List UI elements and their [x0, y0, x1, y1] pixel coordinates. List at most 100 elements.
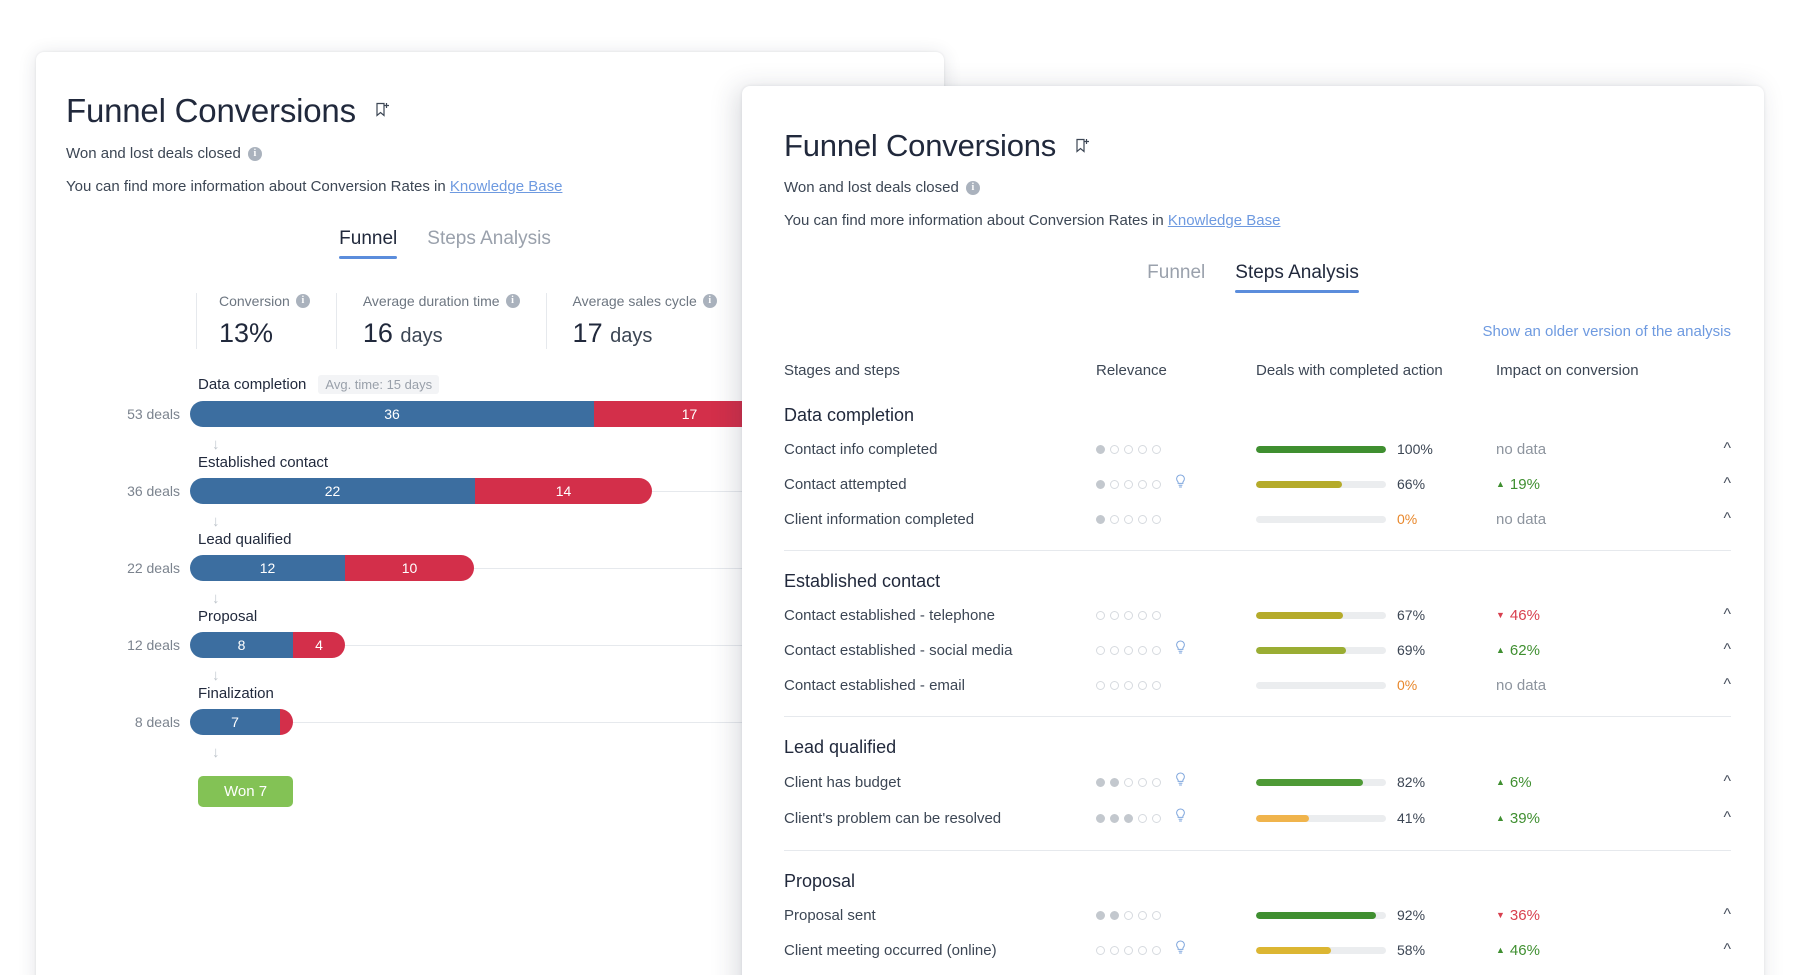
chevron-up-icon: ^ — [1723, 641, 1731, 658]
table-row[interactable]: Contact established - social media 69% ▲ 62… — [784, 632, 1731, 668]
relevance-dot — [1110, 777, 1119, 787]
step-name: Proposal sent — [784, 906, 876, 924]
table-row[interactable]: Contact established - email 0% no data ^ — [784, 668, 1731, 702]
progress-bar — [1256, 480, 1386, 488]
collapse-row-button[interactable]: ^ — [1691, 906, 1731, 924]
impact-value: ▲ 62% — [1496, 642, 1691, 659]
funnel-stage-label: Data completion — [198, 376, 307, 393]
impact-cell: ▲ 39% — [1496, 810, 1691, 827]
chevron-up-icon: ^ — [1723, 676, 1731, 693]
table-row[interactable]: Client meeting occurred (online) 58% ▲ 46% ^ — [784, 932, 1731, 968]
collapse-row-button[interactable]: ^ — [1691, 606, 1731, 624]
table-row[interactable]: Client's problem can be resolved 41% ▲ 39% ^ — [784, 800, 1731, 836]
table-row[interactable]: Contact attempted 66% ▲ 19% ^ — [784, 466, 1731, 502]
won-deals-badge[interactable]: Won 7 — [198, 776, 294, 807]
front-tabs: Funnel Steps Analysis — [784, 262, 1722, 293]
table-row[interactable]: Proposal sent 92% ▼ 36% ^ — [784, 898, 1731, 932]
table-row[interactable]: Contact established - telephone 67% ▼ 46% ^ — [784, 598, 1731, 632]
impact-cell: ▼ 36% — [1496, 907, 1691, 924]
collapse-row-button[interactable]: ^ — [1691, 510, 1731, 528]
relevance-dot — [1138, 514, 1147, 524]
impact-trend-icon: ▼ — [1496, 609, 1505, 620]
lightbulb-icon[interactable] — [1175, 474, 1186, 494]
collapse-row-button[interactable]: ^ — [1691, 676, 1731, 694]
progress-bar — [1256, 445, 1386, 453]
screen: Funnel Conversions Won and lost deals cl… — [0, 0, 1800, 975]
tab-steps-analysis[interactable]: Steps Analysis — [1235, 262, 1359, 293]
info-icon[interactable]: i — [505, 294, 520, 308]
impact-value: no data — [1496, 511, 1691, 528]
funnel-bar[interactable]: 84 — [190, 632, 345, 658]
collapse-row-button[interactable]: ^ — [1691, 475, 1731, 493]
lightbulb-icon[interactable] — [1175, 940, 1186, 960]
funnel-deals-label: 53 deals — [127, 406, 180, 422]
relevance-cell — [1096, 610, 1256, 620]
relevance-cell — [1096, 514, 1256, 524]
progress-value: 100% — [1397, 441, 1433, 457]
progress-value: 67% — [1397, 607, 1426, 623]
funnel-bar[interactable]: 12 10 — [190, 555, 474, 581]
progress-bar-fill — [1256, 480, 1342, 488]
stage-group: Established contact Contact established -… — [784, 551, 1731, 717]
collapse-row-button[interactable]: ^ — [1691, 440, 1731, 458]
deals-completed-cell: 66% — [1256, 476, 1496, 492]
knowledge-base-link[interactable]: Knowledge Base — [1168, 212, 1281, 229]
info-icon[interactable]: i — [965, 180, 980, 195]
relevance-dot — [1138, 444, 1147, 454]
relevance-dot — [1096, 777, 1105, 787]
info-icon[interactable]: i — [247, 146, 262, 161]
relevance-dot — [1124, 777, 1133, 787]
bookmark-add-icon[interactable] — [374, 102, 392, 125]
relevance-dots — [1096, 514, 1256, 524]
chevron-up-icon: ^ — [1723, 475, 1731, 492]
progress-bar — [1256, 946, 1386, 954]
funnel-bar[interactable]: 7 — [190, 709, 293, 735]
impact-value: ▼ 46% — [1496, 607, 1691, 624]
relevance-dot — [1096, 910, 1105, 920]
lightbulb-icon[interactable] — [1175, 640, 1186, 660]
step-name: Contact info completed — [784, 440, 938, 458]
collapse-row-button[interactable]: ^ — [1691, 641, 1731, 659]
col-deals-completed: Deals with completed action — [1256, 362, 1443, 379]
show-older-version-link[interactable]: Show an older version of the analysis — [1483, 323, 1731, 340]
table-row[interactable]: Client has budget 82% ▲ 6% ^ — [784, 764, 1731, 800]
front-title-row: Funnel Conversions — [784, 130, 1764, 161]
step-name: Contact established - social media — [784, 641, 1013, 659]
tab-steps-analysis[interactable]: Steps Analysis — [427, 228, 551, 259]
progress-bar-fill — [1256, 946, 1332, 954]
knowledge-base-link[interactable]: Knowledge Base — [450, 178, 563, 195]
collapse-row-button[interactable]: ^ — [1691, 941, 1731, 959]
relevance-dot — [1096, 479, 1105, 489]
table-row[interactable]: Contact info completed 100% no data ^ — [784, 432, 1731, 466]
lightbulb-icon[interactable] — [1175, 772, 1186, 792]
lightbulb-icon[interactable] — [1175, 808, 1186, 828]
step-name: Contact established - email — [784, 676, 965, 694]
collapse-row-button[interactable]: ^ — [1691, 809, 1731, 827]
kb-prefix: You can find more information about Conv… — [66, 178, 450, 195]
relevance-dot — [1096, 680, 1105, 690]
stat-conversion-value: 13% — [219, 318, 274, 348]
bookmark-add-icon[interactable] — [1074, 138, 1092, 161]
tab-funnel[interactable]: Funnel — [1147, 262, 1205, 293]
funnel-deals-label: 12 deals — [127, 637, 180, 653]
relevance-dot — [1138, 945, 1147, 955]
relevance-dot — [1152, 680, 1161, 690]
progress-value: 41% — [1397, 810, 1426, 826]
chevron-up-icon: ^ — [1723, 906, 1731, 923]
funnel-bar[interactable]: 22 14 — [190, 478, 652, 504]
info-icon[interactable]: i — [702, 294, 717, 308]
relevance-dot — [1096, 813, 1105, 823]
chevron-up-icon: ^ — [1723, 606, 1731, 623]
relevance-dot — [1096, 444, 1105, 454]
stage-group-title: Proposal — [784, 871, 856, 891]
deals-completed-cell: 92% — [1256, 907, 1496, 923]
impact-trend-icon: ▼ — [1496, 909, 1505, 920]
impact-text: 6% — [1509, 773, 1532, 791]
info-icon[interactable]: i — [295, 294, 310, 308]
table-row[interactable]: Client information completed 0% no data ^ — [784, 502, 1731, 536]
tab-funnel[interactable]: Funnel — [339, 228, 398, 259]
collapse-row-button[interactable]: ^ — [1691, 773, 1731, 791]
funnel-bar[interactable]: 36 17 — [190, 401, 785, 427]
impact-text: 46% — [1509, 606, 1540, 624]
relevance-dot — [1096, 945, 1105, 955]
